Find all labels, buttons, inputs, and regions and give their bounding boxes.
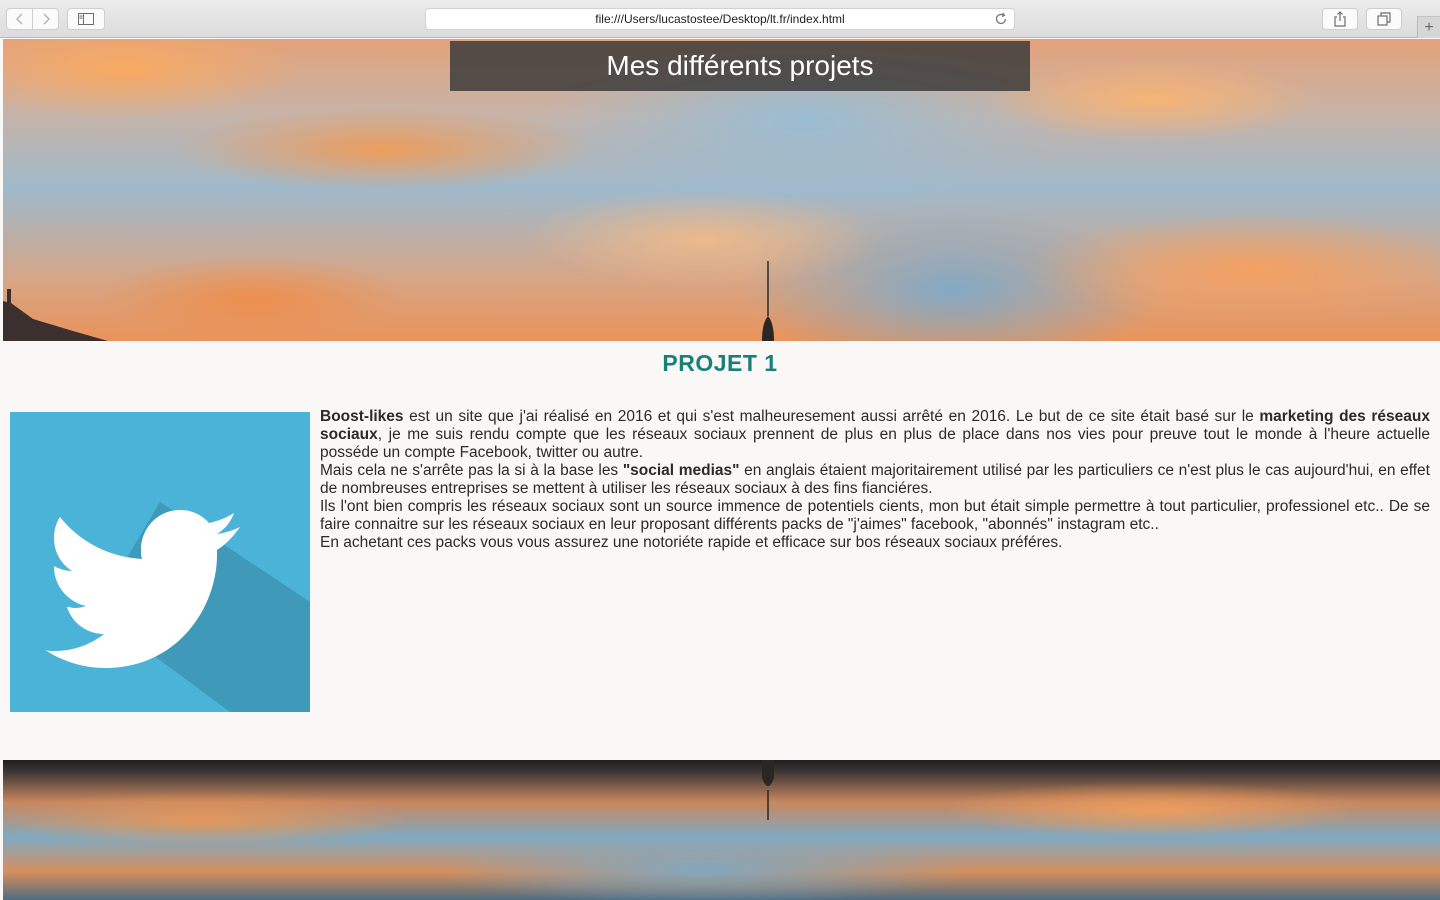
paragraph-3: Ils l'ont bien compris les réseaux socia…: [320, 498, 1430, 533]
building-roof-silhouette: [3, 289, 108, 341]
tabs-icon: [1377, 12, 1391, 26]
twitter-bird-icon: [45, 502, 310, 712]
hero-banner: Mes différents projets: [3, 39, 1440, 341]
back-icon: [15, 13, 23, 25]
back-button[interactable]: [6, 8, 33, 30]
reflection-tower-silhouette: [762, 760, 774, 820]
paragraph-4: En achetant ces packs vous vous assurez …: [320, 534, 1063, 551]
forward-icon: [42, 13, 50, 25]
project-name: Boost-likes: [320, 408, 404, 425]
reload-icon[interactable]: [994, 12, 1008, 26]
new-tab-button[interactable]: +: [1417, 16, 1440, 38]
spire-silhouette: [762, 261, 774, 341]
sidebar-button[interactable]: [67, 8, 105, 30]
page-title: Mes différents projets: [450, 41, 1030, 91]
plus-icon: +: [1424, 18, 1434, 36]
sidebar-icon: [78, 13, 94, 25]
share-button[interactable]: [1322, 8, 1358, 30]
paragraph-2-text-a: Mais cela ne s'arrête pas la si à la bas…: [320, 462, 623, 479]
paragraph-1-text-a: est un site que j'ai réalisé en 2016 et …: [403, 408, 1260, 425]
project-image: [10, 412, 310, 712]
project-description: Boost-likes est un site que j'ai réalisé…: [320, 408, 1430, 552]
address-bar[interactable]: file:///Users/lucastostee/Desktop/lt.fr/…: [425, 8, 1015, 30]
url-text: file:///Users/lucastostee/Desktop/lt.fr/…: [595, 12, 845, 26]
project-heading: PROJET 1: [662, 350, 778, 376]
reflection-banner: [3, 760, 1440, 900]
paragraph-1: Boost-likes est un site que j'ai réalisé…: [320, 408, 1430, 462]
keyword-social-medias: "social medias": [622, 462, 740, 479]
browser-toolbar: file:///Users/lucastostee/Desktop/lt.fr/…: [0, 0, 1440, 38]
share-icon: [1334, 11, 1346, 27]
paragraph-1-text-b: , je me suis rendu compte que les réseau…: [320, 426, 1430, 461]
forward-button[interactable]: [32, 8, 59, 30]
show-tabs-button[interactable]: [1366, 8, 1402, 30]
paragraph-2: Mais cela ne s'arrête pas la si à la bas…: [320, 462, 1430, 498]
